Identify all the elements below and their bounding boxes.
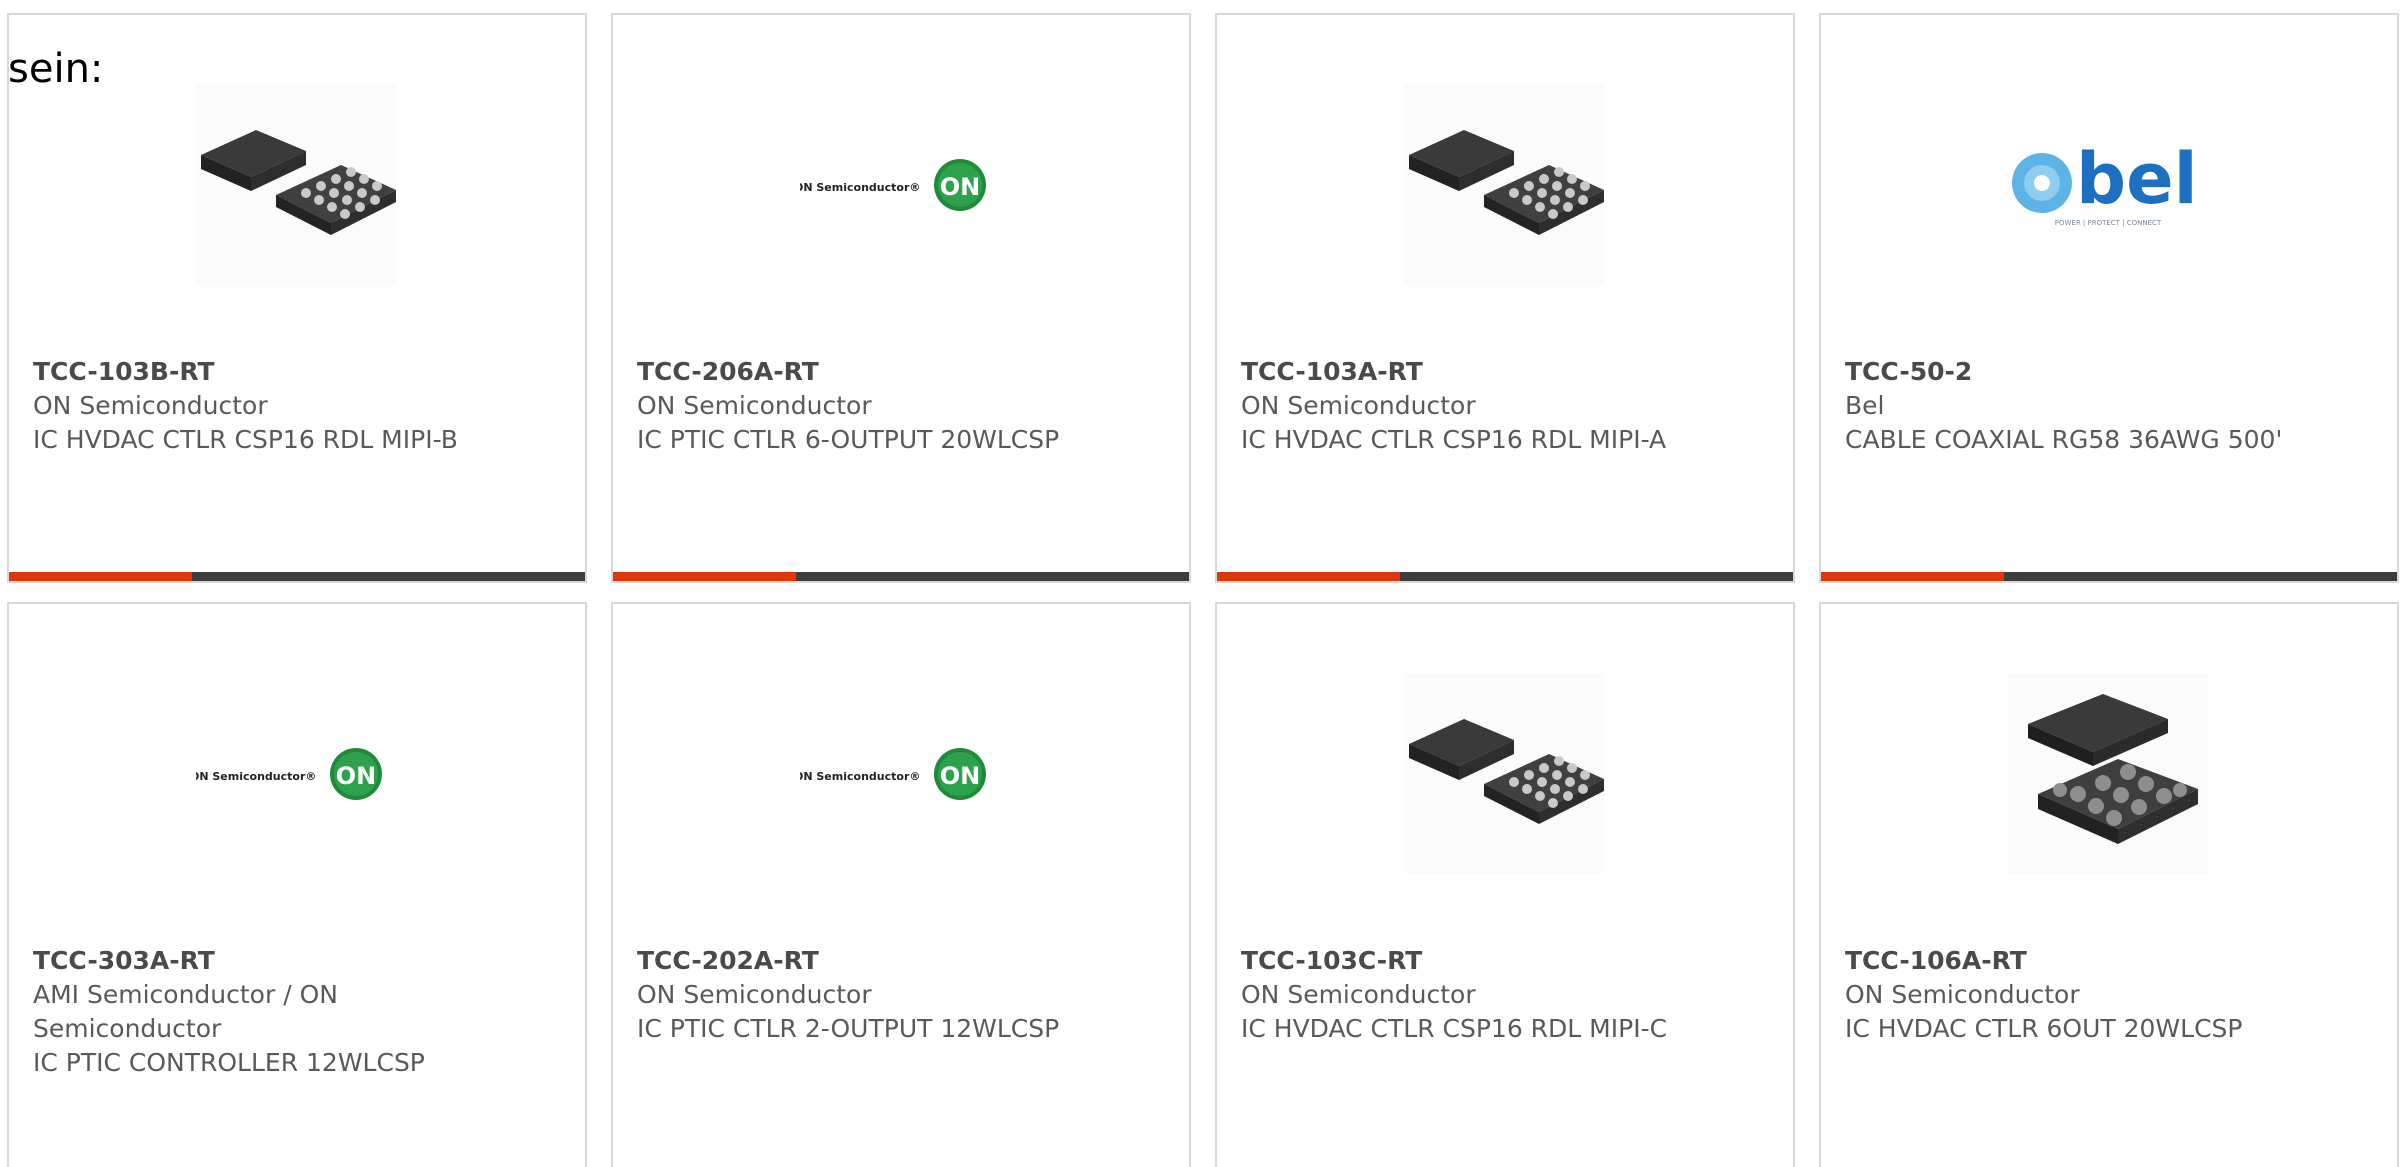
logo-text: bel	[2076, 138, 2198, 220]
product-card[interactable]: ON Semiconductor® ON TCC-206A-RT ON Semi…	[611, 13, 1191, 583]
manufacturer-name: ON Semiconductor	[1241, 391, 1476, 420]
part-number-link[interactable]: TCC-103C-RT	[1241, 944, 1711, 978]
logo-text: ON Semiconductor®	[800, 770, 920, 783]
logo-tagline: POWER | PROTECT | CONNECT	[2055, 219, 2162, 227]
product-description: IC HVDAC CTLR 6OUT 20WLCSP	[1845, 1014, 2243, 1043]
product-info: TCC-50-2 Bel CABLE COAXIAL RG58 36AWG 50…	[1845, 355, 2315, 457]
manufacturer-name: ON Semiconductor	[1845, 980, 2080, 1009]
part-number-link[interactable]: TCC-103A-RT	[1241, 355, 1711, 389]
on-semiconductor-logo[interactable]: ON Semiconductor® ON	[800, 674, 1000, 874]
part-number-link[interactable]: TCC-303A-RT	[33, 944, 503, 978]
card-accent-bar	[1217, 572, 1400, 581]
product-card[interactable]: bel POWER | PROTECT | CONNECT TCC-50-2 B…	[1819, 13, 2399, 583]
part-number-link[interactable]: TCC-106A-RT	[1845, 944, 2315, 978]
product-description: CABLE COAXIAL RG58 36AWG 500'	[1845, 425, 2283, 454]
logo-text: ON Semiconductor®	[800, 181, 920, 194]
card-bottom-bar	[1217, 572, 1793, 581]
product-description: IC HVDAC CTLR CSP16 RDL MIPI-A	[1241, 425, 1667, 454]
product-description: IC PTIC CTLR 2-OUTPUT 12WLCSP	[637, 1014, 1060, 1043]
product-card[interactable]: TCC-106A-RT ON Semiconductor IC HVDAC CT…	[1819, 602, 2399, 1167]
manufacturer-name: Bel	[1845, 391, 1885, 420]
card-accent-bar	[1821, 572, 2004, 581]
manufacturer-name: ON Semiconductor	[637, 980, 872, 1009]
part-number-link[interactable]: TCC-202A-RT	[637, 944, 1107, 978]
product-description: IC PTIC CONTROLLER 12WLCSP	[33, 1048, 425, 1077]
product-description: IC HVDAC CTLR CSP16 RDL MIPI-B	[33, 425, 458, 454]
manufacturer-name: ON Semiconductor	[33, 391, 268, 420]
product-card[interactable]: TCC-103A-RT ON Semiconductor IC HVDAC CT…	[1215, 13, 1795, 583]
product-info: TCC-303A-RT AMI Semiconductor / ON Semic…	[33, 944, 503, 1080]
part-number-link[interactable]: TCC-103B-RT	[33, 355, 503, 389]
logo-badge: ON	[940, 762, 981, 790]
manufacturer-name: ON Semiconductor	[637, 391, 872, 420]
chip-package-icon[interactable]	[1404, 85, 1604, 285]
card-accent-bar	[9, 572, 192, 581]
chip-package-icon[interactable]	[1404, 674, 1604, 874]
on-semiconductor-logo[interactable]: ON Semiconductor® ON	[800, 85, 1000, 285]
product-description: IC HVDAC CTLR CSP16 RDL MIPI-C	[1241, 1014, 1668, 1043]
product-info: TCC-106A-RT ON Semiconductor IC HVDAC CT…	[1845, 944, 2315, 1046]
bel-logo[interactable]: bel POWER | PROTECT | CONNECT	[2008, 85, 2208, 285]
product-card[interactable]: ON Semiconductor® ON TCC-303A-RT AMI Sem…	[7, 602, 587, 1167]
manufacturer-name: ON Semiconductor	[1241, 980, 1476, 1009]
product-card[interactable]: ON Semiconductor® ON TCC-202A-RT ON Semi…	[611, 602, 1191, 1167]
part-number-link[interactable]: TCC-50-2	[1845, 355, 2315, 389]
product-card[interactable]: TCC-103B-RT ON Semiconductor IC HVDAC CT…	[7, 13, 587, 583]
logo-text: ON Semiconductor®	[196, 770, 316, 783]
chip-package-icon[interactable]	[196, 85, 396, 285]
logo-badge: ON	[336, 762, 377, 790]
card-bottom-bar	[1821, 572, 2397, 581]
on-semiconductor-logo[interactable]: ON Semiconductor® ON	[196, 674, 396, 874]
product-info: TCC-103B-RT ON Semiconductor IC HVDAC CT…	[33, 355, 503, 457]
product-info: TCC-103A-RT ON Semiconductor IC HVDAC CT…	[1241, 355, 1711, 457]
product-info: TCC-103C-RT ON Semiconductor IC HVDAC CT…	[1241, 944, 1711, 1046]
part-number-link[interactable]: TCC-206A-RT	[637, 355, 1107, 389]
logo-badge: ON	[940, 173, 981, 201]
card-accent-bar	[613, 572, 796, 581]
product-info: TCC-202A-RT ON Semiconductor IC PTIC CTL…	[637, 944, 1107, 1046]
intro-text: sein:	[8, 46, 104, 92]
product-info: TCC-206A-RT ON Semiconductor IC PTIC CTL…	[637, 355, 1107, 457]
product-description: IC PTIC CTLR 6-OUTPUT 20WLCSP	[637, 425, 1060, 454]
manufacturer-name: AMI Semiconductor / ON Semiconductor	[33, 980, 338, 1043]
card-bottom-bar	[9, 572, 585, 581]
chip-package-large-icon[interactable]	[2008, 674, 2208, 874]
product-card[interactable]: TCC-103C-RT ON Semiconductor IC HVDAC CT…	[1215, 602, 1795, 1167]
card-bottom-bar	[613, 572, 1189, 581]
product-grid-page: sein: TCC-103B-RT ON Semiconductor IC HV…	[0, 0, 2400, 1167]
